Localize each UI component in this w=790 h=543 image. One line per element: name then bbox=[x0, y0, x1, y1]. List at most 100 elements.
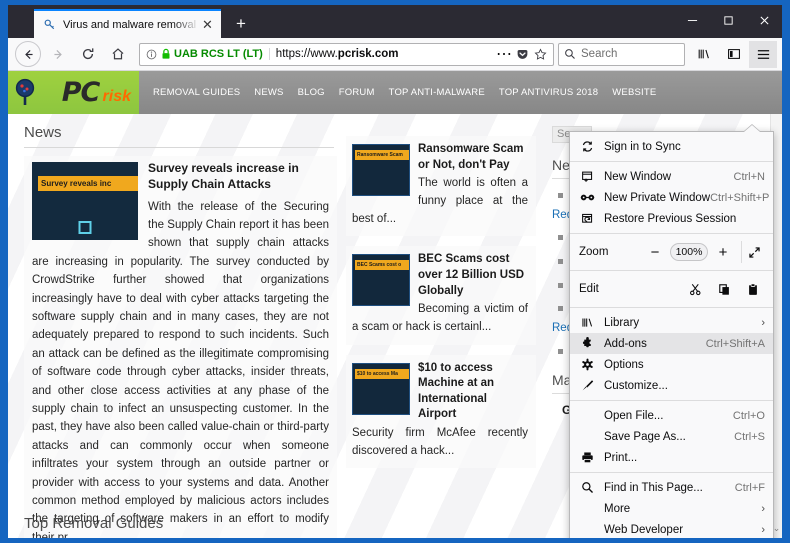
browser-window: Virus and malware removal inst ✕ + bbox=[8, 5, 782, 538]
browser-tab[interactable]: Virus and malware removal inst ✕ bbox=[34, 9, 221, 38]
zoom-controls-row: Zoom − 100% + bbox=[570, 238, 773, 266]
lock-icon bbox=[161, 48, 171, 60]
menu-item-more[interactable]: More › bbox=[570, 498, 773, 519]
news-card-thumbnail[interactable]: $10 to access Ma bbox=[352, 362, 410, 415]
site-navigation: REMOVAL GUIDES NEWS BLOG FORUM TOP ANTI-… bbox=[139, 71, 782, 114]
maximize-icon[interactable] bbox=[710, 5, 746, 36]
menu-item-print[interactable]: Print... bbox=[570, 447, 773, 468]
logo-text-pc: PC bbox=[61, 77, 101, 108]
menu-item-find-in-this-page[interactable]: Find in This Page... Ctrl+F bbox=[570, 477, 773, 498]
search-icon bbox=[579, 481, 596, 494]
bullet-icon bbox=[558, 306, 563, 312]
url-prefix: https://www. bbox=[275, 48, 338, 60]
pocket-icon[interactable] bbox=[513, 44, 531, 64]
menu-item-new-window[interactable]: New Window Ctrl+N bbox=[570, 166, 773, 187]
menu-item-label: New Private Window bbox=[604, 191, 711, 204]
library-icon bbox=[579, 316, 596, 329]
thumbnail-graphic bbox=[78, 221, 92, 234]
menu-item-shortcut: Ctrl+S bbox=[734, 430, 765, 443]
close-window-icon[interactable] bbox=[746, 5, 782, 36]
tab-strip: Virus and malware removal inst ✕ + bbox=[8, 5, 782, 38]
edit-controls-row: Edit bbox=[570, 275, 773, 303]
zoom-controls: − 100% + bbox=[619, 241, 767, 263]
url-text[interactable]: https://www.pcrisk.com bbox=[276, 48, 495, 60]
page-actions-icon[interactable]: ⋯ bbox=[495, 44, 513, 64]
lead-article-body: With the release of the Securing the Sup… bbox=[32, 200, 329, 538]
list-item[interactable]: $10 to access Ma $10 to access Machine a… bbox=[346, 354, 536, 469]
lead-article[interactable]: Survey reveals inc Survey reveals increa… bbox=[24, 156, 337, 538]
tab-title: Virus and malware removal inst bbox=[63, 18, 200, 31]
site-nav-item-forum[interactable]: FORUM bbox=[339, 87, 375, 98]
zoom-in-button[interactable]: + bbox=[710, 241, 736, 263]
page-info-icon[interactable] bbox=[144, 49, 159, 60]
main-column: News Survey reveals inc Survey reveals i… bbox=[8, 114, 338, 538]
site-nav-item-removal-guides[interactable]: REMOVAL GUIDES bbox=[153, 87, 240, 98]
back-button-icon[interactable] bbox=[15, 41, 41, 67]
pcrisk-logo[interactable]: PC risk bbox=[8, 71, 139, 114]
library-icon[interactable] bbox=[691, 41, 717, 67]
sync-icon bbox=[579, 140, 596, 153]
fullscreen-icon[interactable] bbox=[741, 241, 767, 263]
menu-item-save-page-as[interactable]: Save Page As... Ctrl+S bbox=[570, 426, 773, 447]
menu-item-label: Save Page As... bbox=[604, 430, 686, 443]
copy-icon[interactable] bbox=[718, 283, 731, 296]
bookmark-star-icon[interactable] bbox=[531, 44, 549, 64]
site-nav-item-blog[interactable]: BLOG bbox=[298, 87, 325, 98]
menu-item-web-developer[interactable]: Web Developer › bbox=[570, 519, 773, 538]
site-nav-item-news[interactable]: NEWS bbox=[254, 87, 283, 98]
news-card-thumbnail[interactable]: BEC Scams cost o bbox=[352, 254, 410, 307]
site-nav-item-top-antivirus-2018[interactable]: TOP ANTIVIRUS 2018 bbox=[499, 87, 598, 98]
close-icon[interactable]: ✕ bbox=[200, 17, 215, 32]
zoom-level-value[interactable]: 100% bbox=[670, 243, 708, 261]
reload-button-icon[interactable] bbox=[75, 41, 101, 67]
menu-item-open-file[interactable]: Open File... Ctrl+O bbox=[570, 405, 773, 426]
menu-item-label: Sign in to Sync bbox=[604, 140, 681, 153]
list-item[interactable]: BEC Scams cost o BEC Scams cost over 12 … bbox=[346, 246, 536, 345]
url-bar[interactable]: UAB RCS LT (LT) https://www.pcrisk.com ⋯ bbox=[139, 42, 554, 66]
zoom-label: Zoom bbox=[579, 246, 609, 258]
scissors-icon[interactable] bbox=[689, 283, 702, 296]
menu-item-shortcut: Ctrl+N bbox=[733, 170, 765, 183]
addons-icon bbox=[579, 337, 596, 350]
menu-item-restore-previous-session[interactable]: Restore Previous Session bbox=[570, 208, 773, 229]
list-item[interactable]: Ransomware Scam Ransomware Scam or Not, … bbox=[346, 136, 536, 237]
menu-item-label: More bbox=[604, 502, 631, 515]
lead-article-thumbnail[interactable]: Survey reveals inc bbox=[32, 162, 138, 240]
menu-item-label: Add-ons bbox=[604, 337, 647, 350]
menu-item-label: Open File... bbox=[604, 409, 664, 422]
menu-item-sign-in-to-sync[interactable]: Sign in to Sync bbox=[570, 136, 773, 157]
site-nav-item-top-anti-malware[interactable]: TOP ANTI-MALWARE bbox=[389, 87, 485, 98]
menu-item-label: Options bbox=[604, 358, 644, 371]
url-domain: pcrisk.com bbox=[337, 48, 399, 60]
menu-item-library[interactable]: Library › bbox=[570, 312, 773, 333]
sidebar-icon[interactable] bbox=[721, 41, 747, 67]
menu-item-label: New Window bbox=[604, 170, 672, 183]
site-nav-item-website[interactable]: WEBSITE bbox=[612, 87, 656, 98]
thumbnail-caption: Survey reveals inc bbox=[38, 176, 138, 191]
thumbnail-caption: BEC Scams cost o bbox=[355, 260, 409, 271]
thumbnail-caption: Ransomware Scam bbox=[355, 150, 409, 160]
hamburger-menu-button[interactable] bbox=[749, 40, 777, 68]
clipboard-icon[interactable] bbox=[747, 282, 759, 296]
bullet-icon bbox=[558, 235, 563, 241]
menu-item-label: Find in This Page... bbox=[604, 481, 703, 494]
menu-item-label: Web Developer bbox=[604, 523, 684, 536]
menu-item-add-ons[interactable]: Add-ons Ctrl+Shift+A bbox=[570, 333, 773, 354]
zoom-out-button[interactable]: − bbox=[642, 241, 668, 263]
site-header: PC risk REMOVAL GUIDES NEWS BLOG FORUM T… bbox=[8, 71, 782, 114]
new-tab-button[interactable]: + bbox=[228, 10, 254, 36]
news-card-thumbnail[interactable]: Ransomware Scam bbox=[352, 144, 410, 196]
menu-separator bbox=[570, 270, 773, 271]
magnifier-logo-icon bbox=[14, 78, 40, 106]
menu-item-shortcut: Ctrl+O bbox=[732, 409, 765, 422]
menu-item-new-private-window[interactable]: New Private Window Ctrl+Shift+P bbox=[570, 187, 773, 208]
home-button-icon[interactable] bbox=[105, 41, 131, 67]
menu-item-options[interactable]: Options bbox=[570, 354, 773, 375]
search-input[interactable]: Search bbox=[581, 48, 617, 60]
minimize-icon[interactable] bbox=[674, 5, 710, 36]
menu-item-customize[interactable]: Customize... bbox=[570, 375, 773, 396]
forward-button-icon[interactable] bbox=[45, 41, 71, 67]
menu-item-label: Customize... bbox=[604, 379, 668, 392]
options-gear-icon bbox=[579, 358, 596, 371]
search-bar[interactable]: Search bbox=[558, 42, 685, 66]
